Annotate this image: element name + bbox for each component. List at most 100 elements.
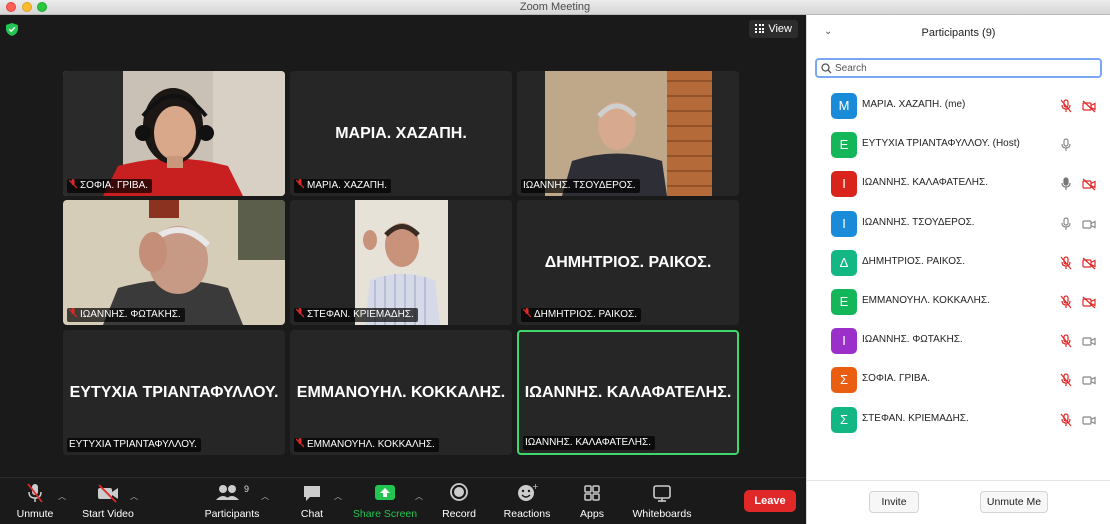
video-tile[interactable]: ΙΩΑΝΝΗΣ. ΦΩΤΑΚΗΣ. [63,200,285,325]
participant-name: ΔΗΜΗΤΡΙΟΣ. ΡΑΙΚΟΣ. [862,255,966,267]
audio-options-chevron-icon[interactable]: ︿ [58,491,66,502]
video-tile[interactable]: ΙΩΑΝΝΗΣ. ΤΣΟΥΔΕΡΟΣ. [517,71,739,196]
video-tile[interactable]: ΔΗΜΗΤΡΙΟΣ. ΡΑΙΚΟΣ. ΔΗΜΗΤΡΙΟΣ. ΡΑΙΚΟΣ. [517,200,739,325]
avatar: Ι [831,328,857,355]
participant-video-feed [63,71,285,196]
apps-icon [584,485,600,501]
mic-muted-icon [1059,412,1073,427]
whiteboards-button[interactable]: Whiteboards [630,482,694,520]
participant-name: ΕΜΜΑΝΟΥΗΛ. ΚΟΚΚΑΛΗΣ. [862,294,990,306]
avatar: Ε [831,132,857,159]
mic-muted-icon [1059,256,1073,270]
security-shield-icon[interactable] [6,23,18,36]
video-icon [1082,373,1096,387]
tile-center-name: ΜΑΡΙΑ. ΧΑΖΑΠΗ. [335,124,467,142]
mic-muted-icon [1059,373,1073,387]
tile-name-label: ΣΤΕΦΑΝ. ΚΡΙΕΜΑΔΗΣ. [294,308,418,322]
chat-options-chevron-icon[interactable]: ︿ [334,491,342,502]
video-options-chevron-icon[interactable]: ︿ [130,491,138,502]
participant-row[interactable]: Ε ΕΥΤΥΧΙΑ ΤΡΙΑΝΤΑΦΥΛΛΟΥ. (Host) [807,126,1110,165]
mic-muted-icon [296,438,304,448]
unmute-me-button[interactable]: Unmute Me [980,491,1048,513]
apps-label: Apps [580,508,604,520]
video-tile-active-speaker[interactable]: ΙΩΑΝΝΗΣ. ΚΑΛΑΦΑΤΕΛΗΣ. ΙΩΑΝΝΗΣ. ΚΑΛΑΦΑΤΕΛ… [517,330,739,455]
window-title: Zoom Meeting [519,1,591,13]
participants-options-chevron-icon[interactable]: ︿ [261,491,269,502]
participants-panel-header: ⌄ Participants (9) [807,15,1110,53]
participants-button[interactable]: 9 Participants [202,482,262,520]
mic-muted-icon [1059,99,1073,113]
participant-video-feed [517,71,739,196]
whiteboards-label: Whiteboards [632,508,692,520]
svg-text:+: + [532,482,538,491]
avatar: Σ [831,367,857,394]
participant-video-feed [63,200,285,325]
avatar: Σ [831,406,857,433]
chat-button[interactable]: Chat [292,482,332,520]
tile-name-label: ΕΜΜΑΝΟΥΗΛ. ΚΟΚΚΑΛΗΣ. [294,438,439,452]
tile-name-label: ΜΑΡΙΑ. ΧΑΖΑΠΗ. [294,179,392,193]
participant-search-input[interactable] [835,61,1095,75]
video-tile[interactable]: ΕΥΤΥΧΙΑ ΤΡΙΑΝΤΑΦΥΛΛΟΥ. ΕΥΤΥΧΙΑ ΤΡΙΑΝΤΑΦΥ… [63,330,285,455]
video-tile[interactable]: ΣΤΕΦΑΝ. ΚΡΙΕΜΑΔΗΣ. [290,200,512,325]
participant-name: ΣΟΦΙΑ. ΓΡΙΒΑ. [862,373,931,385]
participant-row[interactable]: Σ ΣΟΦΙΑ. ΓΡΙΒΑ. [807,361,1110,400]
participant-name: ΙΩΑΝΝΗΣ. ΚΑΛΑΦΑΤΕΛΗΣ. [862,177,988,189]
video-icon [1082,334,1096,348]
avatar: Ε [831,288,857,315]
start-video-button[interactable]: Start Video [80,482,136,520]
unmute-button[interactable]: Unmute [14,482,56,520]
video-tile[interactable]: ΕΜΜΑΝΟΥΗΛ. ΚΟΚΚΑΛΗΣ. ΕΜΜΑΝΟΥΗΛ. ΚΟΚΚΑΛΗΣ… [290,330,512,455]
reactions-icon: + [518,482,539,501]
leave-button[interactable]: Leave [744,490,796,512]
tile-name-label: ΙΩΑΝΝΗΣ. ΦΩΤΑΚΗΣ. [67,308,185,322]
video-icon [1082,217,1096,231]
participants-label: Participants [204,508,260,520]
participant-row[interactable]: Σ ΣΤΕΦΑΝ. ΚΡΙΕΜΑΔΗΣ. [807,401,1110,440]
participant-row[interactable]: Ε ΕΜΜΑΝΟΥΗΛ. ΚΟΚΚΑΛΗΣ. [807,283,1110,322]
avatar: Ι [831,171,857,198]
mic-muted-icon [296,179,304,189]
unmute-label: Unmute [16,508,54,520]
participant-search-box[interactable] [815,58,1102,78]
window-titlebar: Zoom Meeting [0,0,1110,15]
mic-muted-icon [1059,295,1073,309]
tile-center-name: ΔΗΜΗΤΡΙΟΣ. ΡΑΙΚΟΣ. [544,253,712,271]
grid-view-icon [755,24,765,33]
mic-muted-icon [296,308,304,318]
participant-name: ΜΑΡΙΑ. ΧΑΖΑΠΗ. (me) [862,99,966,110]
reactions-button[interactable]: + Reactions [502,482,552,520]
participant-row[interactable]: M ΜΑΡΙΑ. ΧΑΖΑΠΗ. (me) [807,87,1110,126]
participant-name: ΙΩΑΝΝΗΣ. ΦΩΤΑΚΗΣ. [862,334,963,346]
mic-muted-icon [523,308,531,318]
record-label: Record [442,508,476,520]
participants-count-badge: 9 [244,484,250,494]
video-tile[interactable]: ΜΑΡΙΑ. ΧΑΖΑΠΗ. ΜΑΡΙΑ. ΧΑΖΑΠΗ. [290,71,512,196]
mic-icon [1059,138,1073,152]
meeting-toolbar: Unmute ︿ Start Video ︿ 9 Participants ︿ … [0,477,806,524]
avatar: Δ [831,249,857,276]
apps-button[interactable]: Apps [574,482,610,520]
avatar: M [831,93,857,119]
participant-row[interactable]: Ι ΙΩΑΝΝΗΣ. ΤΣΟΥΔΕΡΟΣ. [807,205,1110,244]
view-button[interactable]: View [749,20,798,38]
share-screen-label: Share Screen [352,508,418,520]
video-tile[interactable]: ΣΟΦΙΑ. ΓΡΙΒΑ. [63,71,285,196]
participant-row[interactable]: Ι ΙΩΑΝΝΗΣ. ΚΑΛΑΦΑΤΕΛΗΣ. [807,165,1110,204]
invite-button[interactable]: Invite [869,491,919,513]
chat-icon [304,486,320,501]
mic-muted-icon [1059,334,1073,348]
participant-row[interactable]: Ι ΙΩΑΝΝΗΣ. ΦΩΤΑΚΗΣ. [807,322,1110,361]
chat-label: Chat [300,508,324,520]
tile-center-name: ΕΜΜΑΝΟΥΗΛ. ΚΟΚΚΑΛΗΣ. [296,383,506,401]
video-icon [1082,413,1096,427]
share-screen-button[interactable]: Share Screen [352,482,418,520]
participant-row[interactable]: Δ ΔΗΜΗΤΡΙΟΣ. ΡΑΙΚΟΣ. [807,244,1110,283]
mic-icon [1059,216,1073,231]
participants-panel-footer: Invite Unmute Me [807,480,1110,524]
participant-name: ΣΤΕΦΑΝ. ΚΡΙΕΜΑΔΗΣ. [862,412,969,424]
share-options-chevron-icon[interactable]: ︿ [415,491,423,502]
record-button[interactable]: Record [440,482,478,520]
tile-name-label: ΙΩΑΝΝΗΣ. ΤΣΟΥΔΕΡΟΣ. [521,179,640,193]
video-off-icon [1082,177,1096,191]
